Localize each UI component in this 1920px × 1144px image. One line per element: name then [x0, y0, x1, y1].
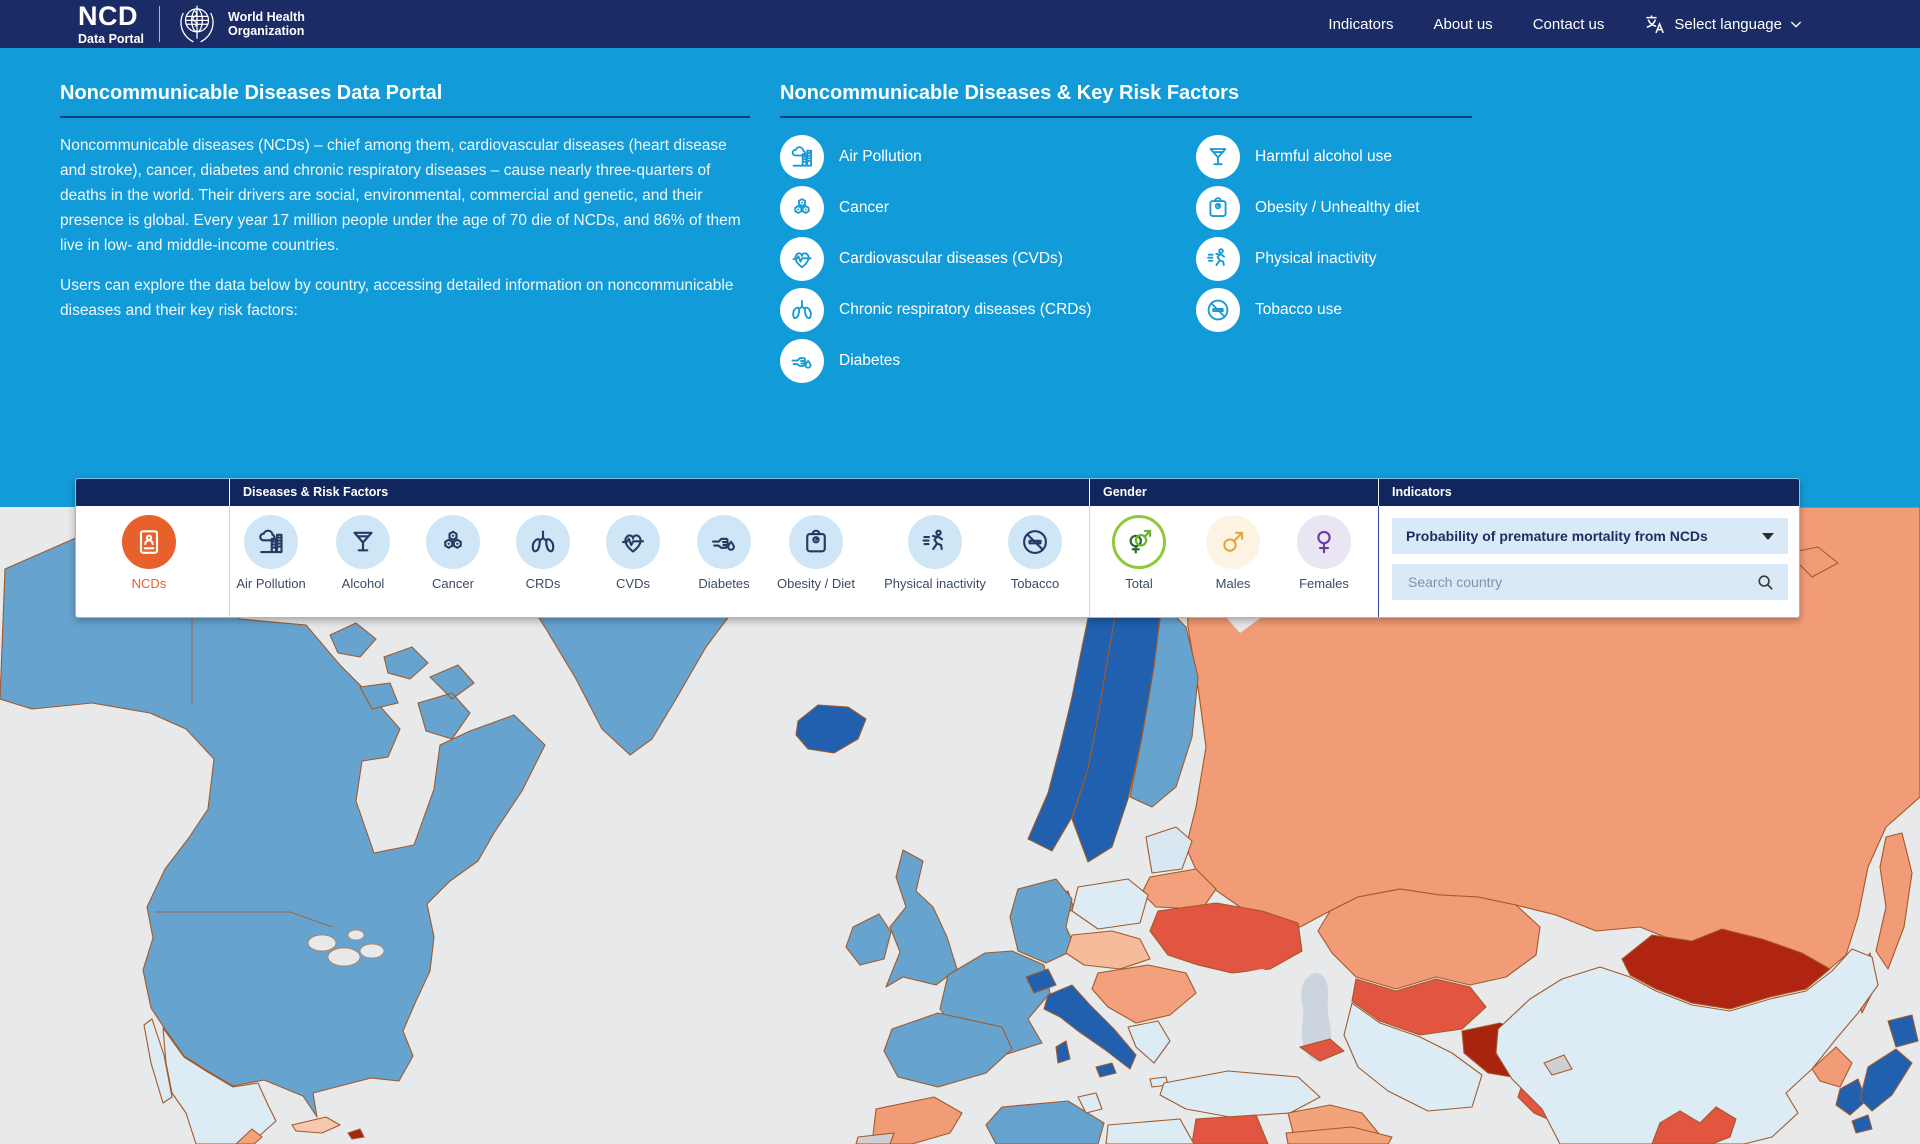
language-selector[interactable]: Select language	[1644, 13, 1802, 35]
page-title: Noncommunicable Diseases Data Portal	[60, 82, 750, 105]
air-pollution-icon	[780, 135, 824, 179]
hero-section: Noncommunicable Diseases Data Portal Non…	[0, 48, 1920, 507]
search-icon[interactable]	[1756, 573, 1774, 591]
risk-item-alcohol[interactable]: Harmful alcohol use	[1196, 131, 1472, 182]
who-logo: World Health Organization	[175, 2, 305, 46]
heart-ecg-icon	[606, 515, 660, 569]
indicator-dropdown[interactable]: Probability of premature mortality from …	[1392, 518, 1788, 554]
nav-links: Indicators About us Contact us Select la…	[1328, 13, 1802, 35]
runner-icon	[908, 515, 962, 569]
top-navbar: NCD Data Portal World Health Organizatio…	[0, 0, 1920, 48]
cancer-icon	[780, 186, 824, 230]
risk-list-column-2: Harmful alcohol use Obesity / Unhealthy …	[1196, 131, 1472, 386]
header-divider	[1089, 479, 1090, 506]
section-title-diseases: Diseases & Risk Factors	[243, 479, 388, 506]
risk-item-cancer[interactable]: Cancer	[780, 182, 1196, 233]
risk-item-tobacco[interactable]: Tobacco use	[1196, 284, 1472, 335]
risk-item-obesity[interactable]: Obesity / Unhealthy diet	[1196, 182, 1472, 233]
no-smoking-icon	[1008, 515, 1062, 569]
header-divider	[229, 479, 230, 506]
lungs-icon	[516, 515, 570, 569]
risk-item-cvd[interactable]: Cardiovascular diseases (CVDs)	[780, 233, 1196, 284]
risk-list-column-1: Air Pollution Cancer Cardiovascular dise…	[780, 131, 1196, 386]
filter-panel: Diseases & Risk Factors Gender Indicator…	[75, 478, 1800, 618]
diabetes-hand-icon	[780, 339, 824, 383]
filter-ncds[interactable]: NCDs	[94, 515, 204, 591]
intro-paragraph-1: Noncommunicable diseases (NCDs) – chief …	[60, 133, 750, 258]
logo-subtitle: Data Portal	[78, 33, 144, 46]
risk-item-air-pollution[interactable]: Air Pollution	[780, 131, 1196, 182]
filter-panel-header: Diseases & Risk Factors Gender Indicator…	[76, 479, 1799, 506]
indicator-selected-value: Probability of premature mortality from …	[1406, 528, 1708, 544]
weight-scale-icon	[789, 515, 843, 569]
risk-item-crd[interactable]: Chronic respiratory diseases (CRDs)	[780, 284, 1196, 335]
runner-icon	[1196, 237, 1240, 281]
cancer-cells-icon	[426, 515, 480, 569]
nav-link-indicators[interactable]: Indicators	[1328, 16, 1393, 33]
chevron-down-icon	[1790, 20, 1802, 29]
nav-link-contact-us[interactable]: Contact us	[1533, 16, 1605, 33]
header-divider	[1378, 479, 1379, 506]
risk-factors-overview: Noncommunicable Diseases & Key Risk Fact…	[780, 82, 1472, 386]
male-symbol-icon	[1206, 515, 1260, 569]
risk-item-diabetes[interactable]: Diabetes	[780, 335, 1196, 386]
risk-factors-title: Noncommunicable Diseases & Key Risk Fact…	[780, 82, 1472, 105]
who-name: World Health Organization	[228, 10, 305, 38]
search-country-input[interactable]	[1406, 573, 1756, 591]
section-title-gender: Gender	[1103, 479, 1147, 506]
gender-total-icon	[1112, 515, 1166, 569]
diabetes-hand-icon	[697, 515, 751, 569]
ncd-logo: NCD Data Portal	[78, 3, 144, 46]
language-label: Select language	[1674, 16, 1782, 33]
country-egypt[interactable]	[1192, 1115, 1268, 1144]
filter-obesity-diet[interactable]: Obesity / Diet	[761, 515, 871, 591]
female-symbol-icon	[1297, 515, 1351, 569]
country-germany[interactable]	[1010, 879, 1076, 963]
ncd-data-portal-page: NCD Data Portal World Health Organizatio…	[0, 0, 1920, 1144]
caret-down-icon	[1762, 533, 1774, 540]
heart-ecg-icon	[780, 237, 824, 281]
air-pollution-icon	[244, 515, 298, 569]
nav-link-about-us[interactable]: About us	[1433, 16, 1492, 33]
title-underline	[60, 116, 750, 118]
ncds-report-icon	[122, 515, 176, 569]
filter-gender-females[interactable]: Females	[1269, 515, 1379, 591]
weight-scale-icon	[1196, 186, 1240, 230]
martini-glass-icon	[336, 515, 390, 569]
intro-paragraph-2: Users can explore the data below by coun…	[60, 273, 750, 323]
filter-tobacco[interactable]: Tobacco	[980, 515, 1090, 591]
martini-glass-icon	[1196, 135, 1240, 179]
risk-item-inactivity[interactable]: Physical inactivity	[1196, 233, 1472, 284]
section-title-indicators: Indicators	[1392, 479, 1452, 506]
logo-divider	[159, 6, 160, 42]
no-smoking-icon	[1196, 288, 1240, 332]
hero-intro: Noncommunicable Diseases Data Portal Non…	[60, 82, 750, 323]
who-emblem-icon	[175, 2, 219, 46]
translate-icon	[1644, 13, 1666, 35]
title-underline	[780, 116, 1472, 118]
logo-title: NCD	[78, 3, 144, 30]
logo-group[interactable]: NCD Data Portal World Health Organizatio…	[78, 2, 305, 46]
lungs-icon	[780, 288, 824, 332]
country-search	[1392, 564, 1788, 600]
filter-physical-inactivity[interactable]: Physical inactivity	[875, 515, 995, 591]
